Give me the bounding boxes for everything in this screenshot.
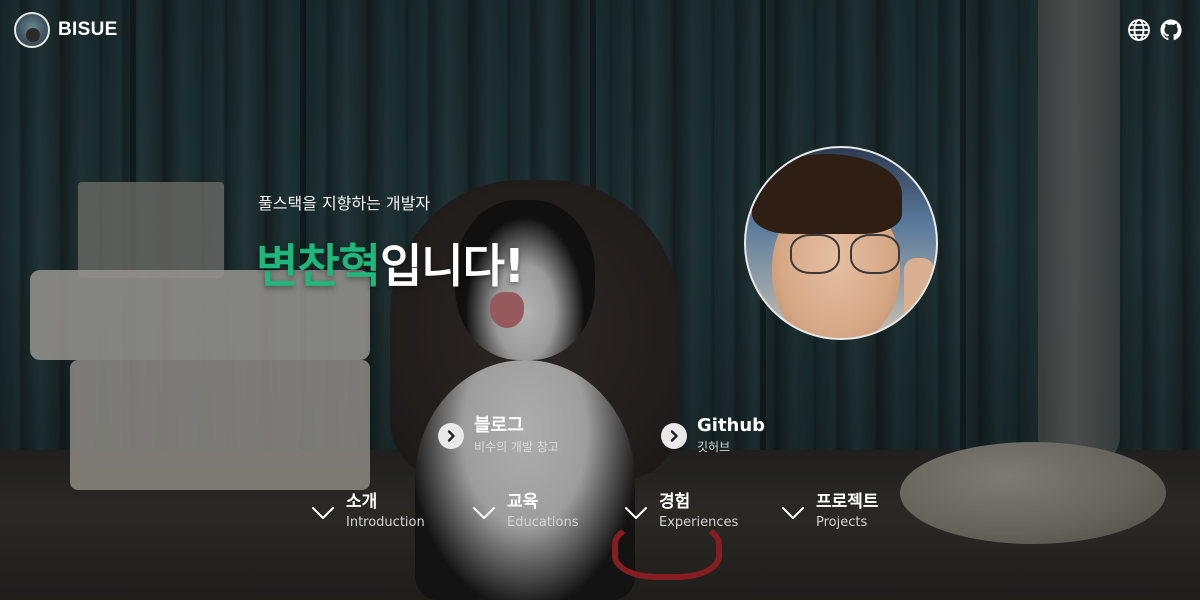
profile-photo <box>744 146 938 340</box>
hero-headline: 변찬혁입니다! <box>256 230 525 296</box>
hero-subtitle: 풀스택을 지향하는 개발자 <box>258 194 431 213</box>
header-icons <box>1126 17 1184 43</box>
nav-label-en: Experiences <box>659 515 739 530</box>
brand-name: BISUE <box>58 19 118 40</box>
profile-hair <box>752 154 902 234</box>
hero-suffix: 입니다! <box>379 239 525 293</box>
chevron-right-circle-icon <box>438 423 464 449</box>
chevron-down-icon <box>473 507 495 519</box>
brand-avatar <box>14 12 50 48</box>
nav-introduction[interactable]: 소개 Introduction <box>310 490 425 532</box>
chevron-down-icon <box>312 507 334 519</box>
nav-label-en: Introduction <box>346 515 425 530</box>
chevron-down-icon <box>625 507 647 519</box>
github-link-subtitle: 깃허브 <box>697 440 731 454</box>
glasses-right <box>850 234 900 274</box>
nav-experiences[interactable]: 경험 Experiences <box>623 490 738 532</box>
nav-label-en: Educations <box>507 515 579 530</box>
nav-label-ko: 소개 <box>346 492 378 512</box>
profile-hand <box>904 258 934 328</box>
github-link[interactable]: Github 깃허브 <box>661 414 765 456</box>
top-header: BISUE <box>0 0 1200 60</box>
nav-label-en: Projects <box>816 515 868 530</box>
nav-educations[interactable]: 교육 Educations <box>471 490 579 532</box>
chevron-right-circle-icon <box>661 423 687 449</box>
blog-link-subtitle: 비수의 개발 창고 <box>474 440 559 454</box>
glasses-left <box>790 234 840 274</box>
github-icon[interactable] <box>1158 17 1184 43</box>
blog-link-title: 블로그 <box>474 415 524 436</box>
brand-home-link[interactable]: BISUE <box>14 12 118 48</box>
blog-link[interactable]: 블로그 비수의 개발 창고 <box>438 414 559 456</box>
language-globe-icon[interactable] <box>1126 17 1152 43</box>
nav-label-ko: 교육 <box>507 492 539 512</box>
nav-label-ko: 경험 <box>659 492 691 512</box>
github-link-title: Github <box>697 415 766 436</box>
nav-projects[interactable]: 프로젝트 Projects <box>780 490 879 532</box>
hero-name: 변찬혁 <box>256 239 381 293</box>
section-nav: 소개 Introduction 교육 Educations 경험 Experie… <box>0 490 1200 540</box>
nav-label-ko: 프로젝트 <box>816 492 879 512</box>
chevron-down-icon <box>782 507 804 519</box>
